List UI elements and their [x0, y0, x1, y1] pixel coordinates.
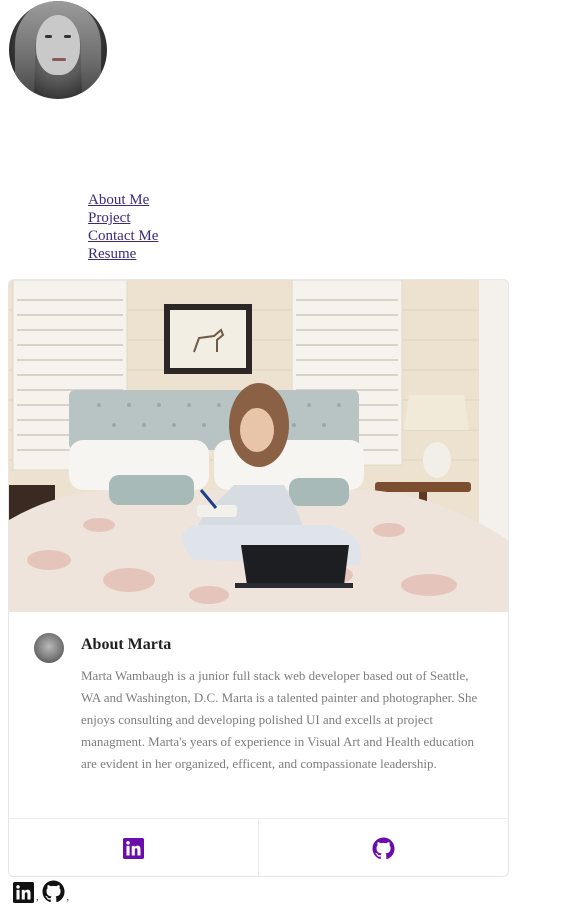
bottom-social-links: , ,: [13, 880, 72, 903]
link-separator: ,: [36, 892, 39, 903]
linkedin-icon[interactable]: [13, 882, 34, 903]
hero-photo-illustration: [9, 280, 508, 612]
profile-avatar: [9, 1, 107, 99]
github-icon: [372, 836, 395, 859]
card-avatar: [34, 633, 64, 663]
card-footer: [9, 818, 508, 876]
github-icon[interactable]: [41, 880, 65, 903]
main-nav: About Me Project Contact Me Resume: [88, 191, 158, 263]
about-card: About Marta Marta Wambaugh is a junior f…: [8, 279, 509, 877]
card-description: Marta Wambaugh is a junior full stack we…: [81, 668, 478, 771]
avatar-mouth: [52, 58, 66, 61]
avatar-eye: [45, 35, 52, 38]
link-separator: ,: [66, 892, 70, 903]
avatar-face: [36, 15, 80, 75]
avatar-eye: [64, 35, 71, 38]
card-title: About Marta: [81, 636, 172, 653]
linkedin-icon: [123, 837, 144, 859]
card-github-link[interactable]: [258, 819, 508, 876]
nav-link-project[interactable]: Project: [88, 209, 158, 227]
nav-link-contact-me[interactable]: Contact Me: [88, 227, 158, 245]
nav-link-about-me[interactable]: About Me: [88, 191, 158, 209]
card-linkedin-link[interactable]: [9, 819, 258, 876]
nav-link-resume[interactable]: Resume: [88, 245, 158, 263]
hero-photo: [9, 280, 508, 612]
